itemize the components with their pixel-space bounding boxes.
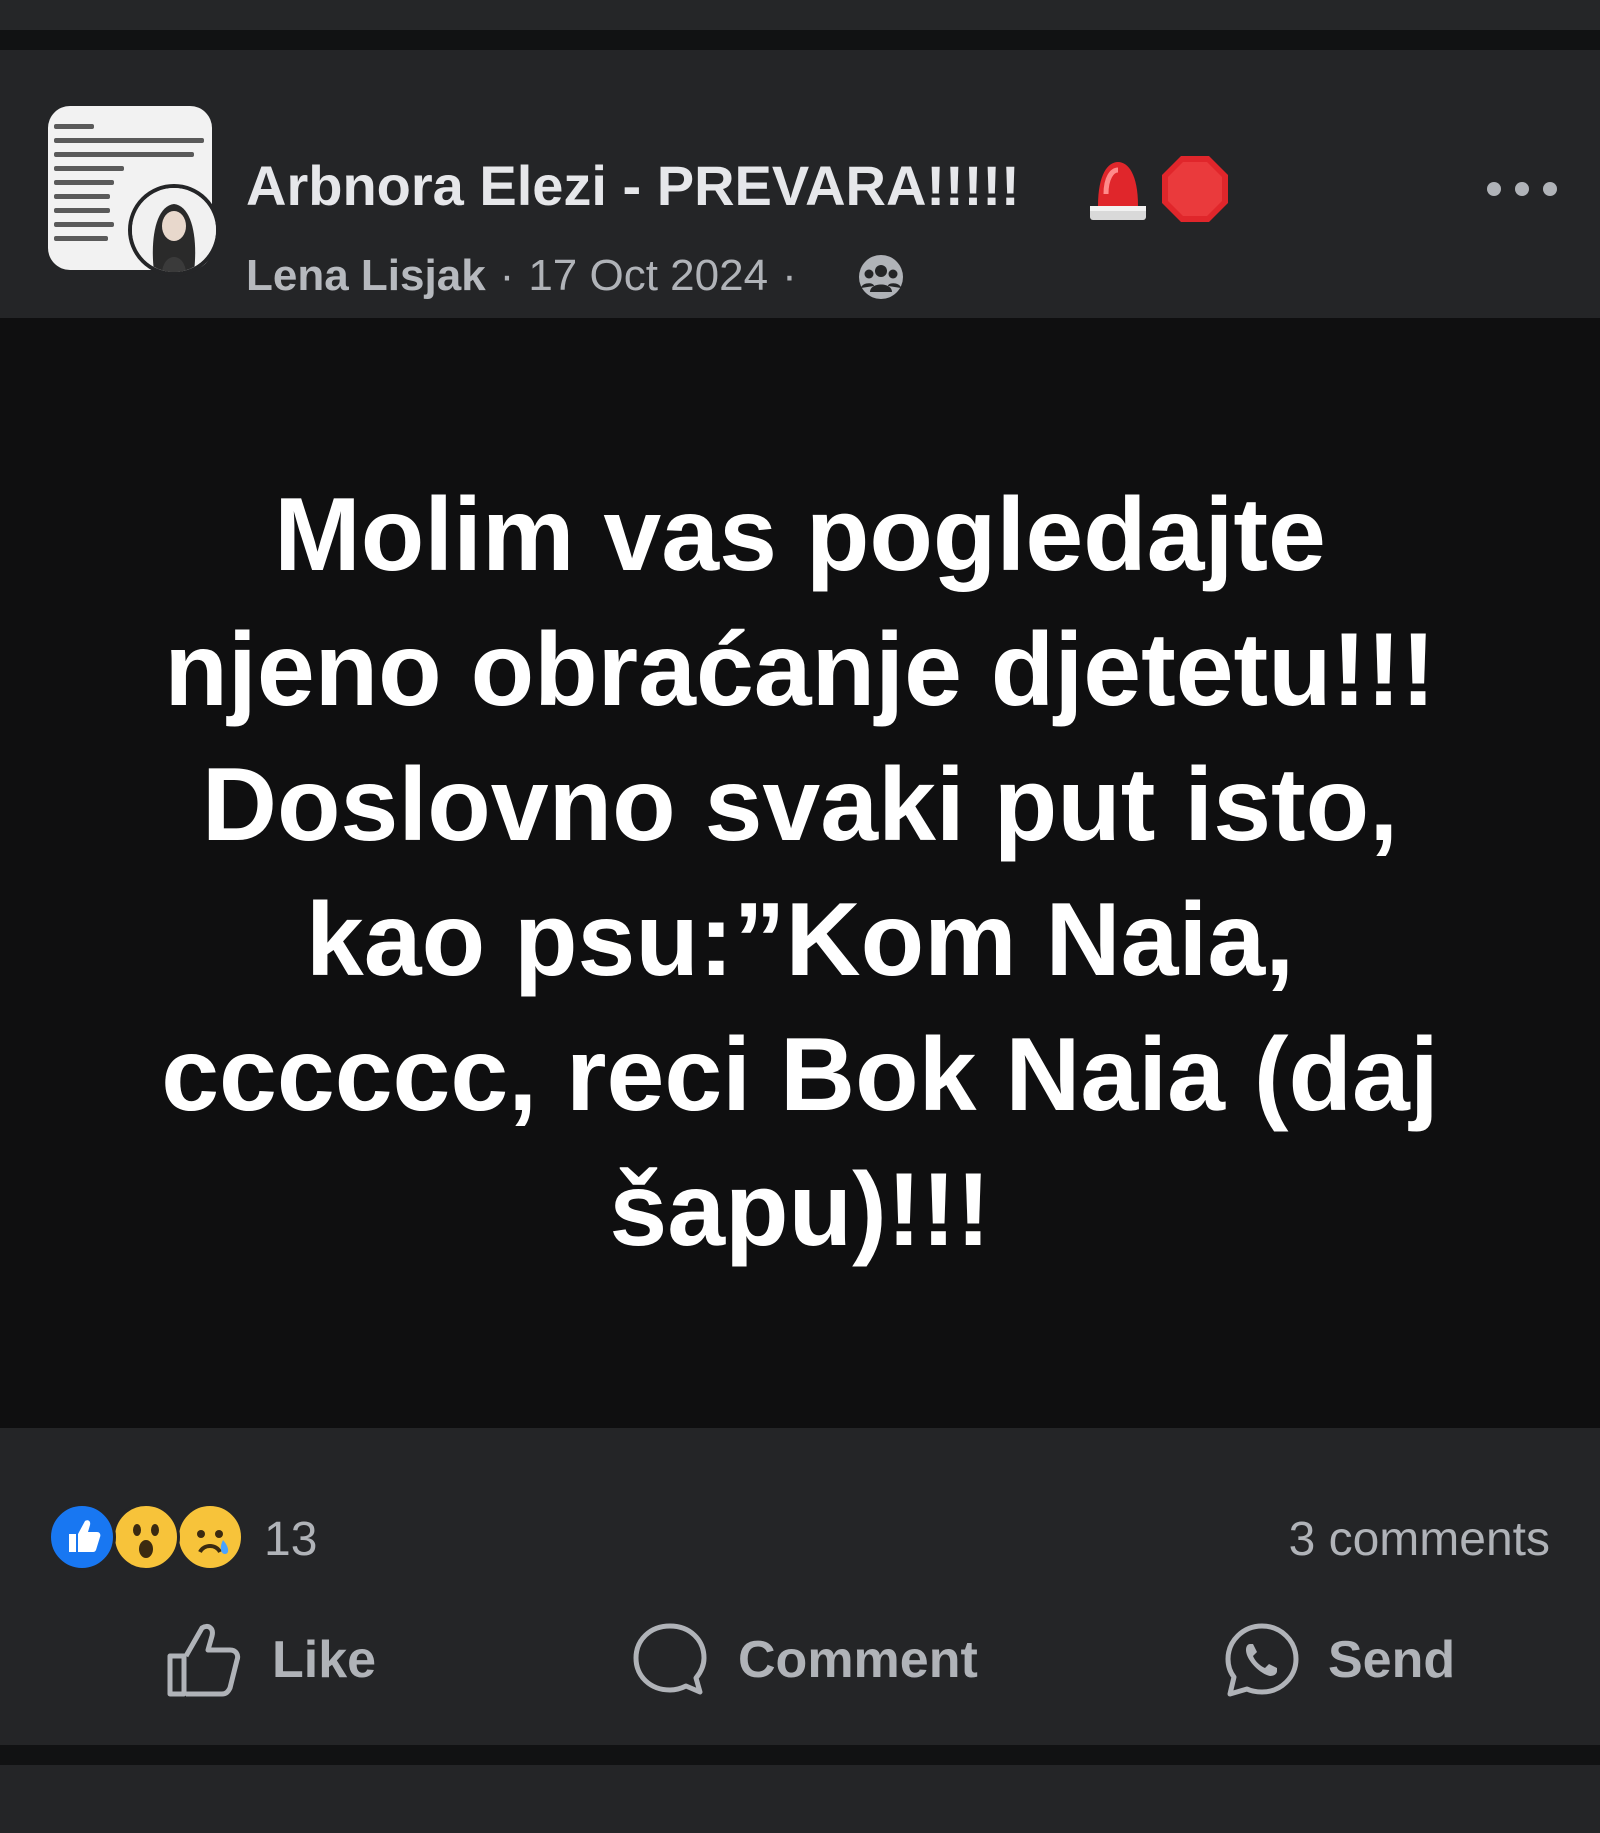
user-avatar[interactable]: [128, 184, 220, 276]
comment-button[interactable]: Comment: [630, 1610, 980, 1700]
send-label: Send: [1328, 1631, 1456, 1689]
post-text: Molim vas pogledajte njeno obraćanje dje…: [161, 477, 1439, 1268]
thumbs-up-icon: [167, 1623, 241, 1697]
author-name[interactable]: Lena Lisjak: [246, 251, 486, 300]
previous-post-edge: [0, 0, 1600, 30]
feed-post: Arbnora Elezi - PREVARA!!!!! Lena Lisjak…: [0, 50, 1600, 1745]
like-reaction-icon[interactable]: [48, 1503, 116, 1571]
next-post-edge: [0, 1765, 1600, 1833]
sad-reaction-icon[interactable]: [176, 1503, 244, 1571]
post-actions: Like Comment Send: [0, 1610, 1600, 1730]
feed-separator: [0, 1745, 1600, 1765]
whatsapp-icon: [1225, 1623, 1299, 1697]
person-icon: [132, 188, 216, 272]
reaction-count[interactable]: 13: [264, 1516, 317, 1564]
reactions-bar: 13 3 comments: [0, 1428, 1600, 1571]
like-label: Like: [272, 1631, 377, 1689]
more-options-icon[interactable]: [1482, 174, 1562, 204]
post-date[interactable]: 17 Oct 2024: [528, 251, 768, 300]
post-title[interactable]: Arbnora Elezi - PREVARA!!!!!: [246, 158, 1020, 214]
comment-icon: [633, 1623, 707, 1695]
like-button[interactable]: Like: [164, 1610, 384, 1700]
feed-separator: [0, 30, 1600, 50]
wow-reaction-icon[interactable]: [112, 1503, 180, 1571]
police-light-emoji: [1088, 154, 1148, 224]
stop-sign-emoji: [1160, 154, 1228, 224]
comments-count[interactable]: 3 comments: [1289, 1516, 1550, 1564]
send-button[interactable]: Send: [1222, 1610, 1462, 1700]
comment-label: Comment: [738, 1631, 978, 1689]
post-content[interactable]: Molim vas pogledajte njeno obraćanje dje…: [0, 318, 1600, 1428]
avatar[interactable]: [48, 106, 220, 278]
post-header: Arbnora Elezi - PREVARA!!!!! Lena Lisjak…: [0, 50, 1600, 318]
post-meta: Lena Lisjak · 17 Oct 2024 ·: [246, 251, 797, 300]
group-icon: [856, 252, 906, 302]
